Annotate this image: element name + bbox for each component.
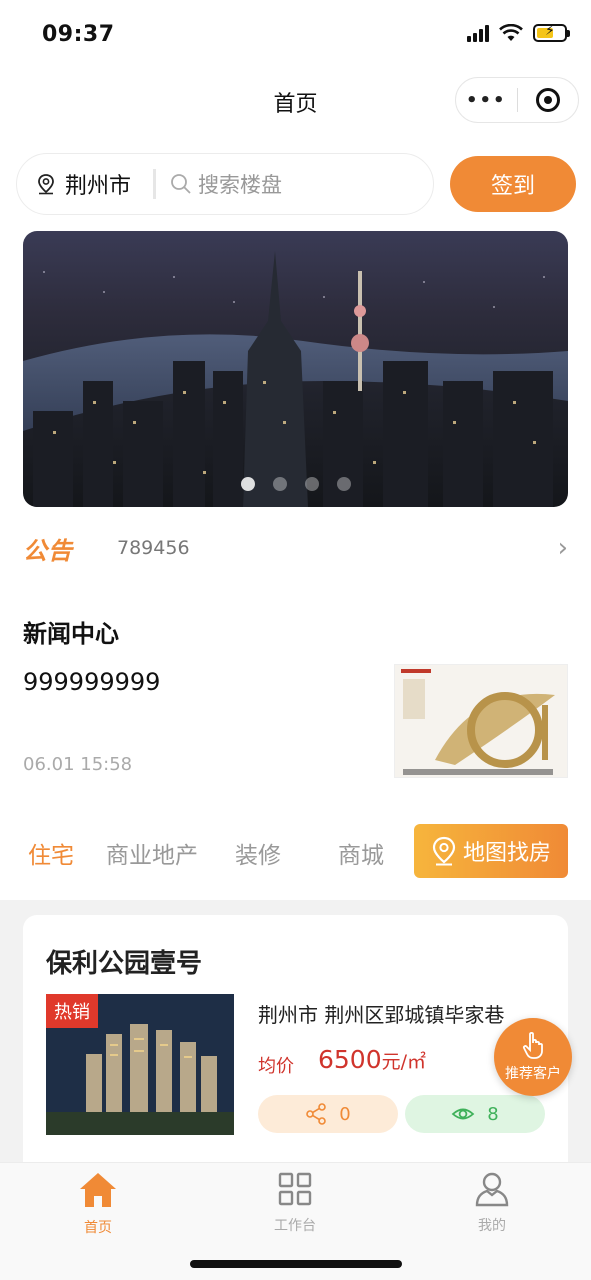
search-row: 荆州市 搜索楼盘 签到 (16, 153, 576, 215)
search-separator (153, 169, 157, 199)
news-date: 06.01 15:58 (23, 754, 133, 775)
category-tabs: 住宅 商业地产 装修 商城 地图找房 (0, 822, 591, 882)
hand-pointer-icon (522, 1031, 543, 1059)
target-icon (535, 88, 560, 112)
listing-title: 保利公园壹号 (46, 949, 203, 979)
carousel-dot[interactable] (304, 477, 319, 491)
map-search-label: 地图找房 (462, 841, 551, 866)
carousel-dot[interactable] (336, 477, 351, 491)
tab-home-label: 首页 (84, 1220, 112, 1236)
notice-text: 789456 (117, 537, 190, 559)
price-label: 均价 (258, 1056, 294, 1077)
home-icon (80, 1173, 116, 1207)
city-skyline-image (23, 251, 568, 507)
price-amount: 6500 (318, 1045, 382, 1074)
listing-card[interactable]: 保利公园壹号 热销 荆州市 荆州区郢城镇毕家巷 均价 6500元/㎡ 0 8 (23, 915, 568, 1180)
tab-residential[interactable]: 住宅 (28, 836, 74, 870)
checkin-button[interactable]: 签到 (450, 156, 576, 212)
tab-commercial[interactable]: 商业地产 (106, 836, 198, 870)
nav-bar: 首页 ••• (0, 70, 591, 130)
city-selector[interactable]: 荆州市 (65, 168, 131, 200)
search-icon (171, 174, 191, 194)
user-icon (475, 1172, 509, 1207)
news-section-title: 新闻中心 (23, 620, 119, 648)
status-icons: ⚡ (467, 23, 570, 42)
location-pin-icon[interactable] (35, 173, 57, 195)
news-headline[interactable]: 999999999 (23, 668, 160, 696)
status-time: 09:37 (42, 22, 115, 47)
status-bar: 09:37 ⚡ (0, 0, 591, 70)
tab-home[interactable]: 首页 (38, 1171, 158, 1237)
tab-decoration[interactable]: 装修 (235, 836, 281, 870)
recommend-customer-button[interactable]: 推荐客户 (494, 1018, 572, 1096)
listing-image[interactable]: 热销 (46, 994, 234, 1135)
chevron-right-icon: › (557, 533, 568, 563)
miniprogram-capsule: ••• (455, 77, 579, 123)
search-box: 荆州市 搜索楼盘 (16, 153, 434, 215)
tab-mine-label: 我的 (478, 1218, 506, 1234)
notice-logo: 公告 (23, 536, 73, 565)
tab-mall[interactable]: 商城 (338, 836, 384, 870)
banner-carousel[interactable] (23, 231, 568, 507)
price-unit: 元/㎡ (381, 1051, 427, 1073)
more-dots-icon[interactable]: ••• (456, 90, 517, 111)
eye-icon (451, 1108, 475, 1120)
news-thumbnail-image (395, 665, 567, 777)
close-miniprogram-button[interactable] (517, 88, 578, 112)
recommend-label: 推荐客户 (505, 1066, 561, 1082)
view-count: 8 (487, 1103, 499, 1125)
carousel-dots (23, 477, 568, 491)
map-pin-icon (432, 836, 456, 866)
battery-icon: ⚡ (533, 23, 570, 42)
notice-bar[interactable]: 公告 789456 › (23, 528, 568, 568)
share-icon (306, 1103, 327, 1125)
news-thumbnail[interactable] (394, 664, 568, 778)
wifi-icon (499, 24, 523, 41)
map-search-button[interactable]: 地图找房 (414, 824, 568, 878)
home-indicator[interactable] (190, 1260, 402, 1268)
grid-icon (278, 1172, 312, 1206)
carousel-dot[interactable] (272, 477, 287, 491)
listing-address: 荆州市 荆州区郢城镇毕家巷 (258, 1003, 505, 1027)
hot-sale-badge: 热销 (46, 994, 98, 1028)
carousel-dot[interactable] (240, 477, 255, 491)
signal-icon (467, 24, 489, 42)
share-button[interactable]: 0 (258, 1095, 398, 1133)
page: 09:37 ⚡ 首页 ••• 荆州市 搜索楼盘 签到 公告 789456 › 新… (0, 0, 591, 1280)
price-value: 6500元/㎡ (318, 1045, 426, 1074)
share-count: 0 (339, 1103, 351, 1125)
tab-workbench[interactable]: 工作台 (235, 1171, 355, 1235)
tab-mine[interactable]: 我的 (432, 1171, 552, 1235)
view-count-pill: 8 (405, 1095, 545, 1133)
search-input[interactable]: 搜索楼盘 (198, 169, 282, 199)
tab-workbench-label: 工作台 (274, 1218, 316, 1234)
